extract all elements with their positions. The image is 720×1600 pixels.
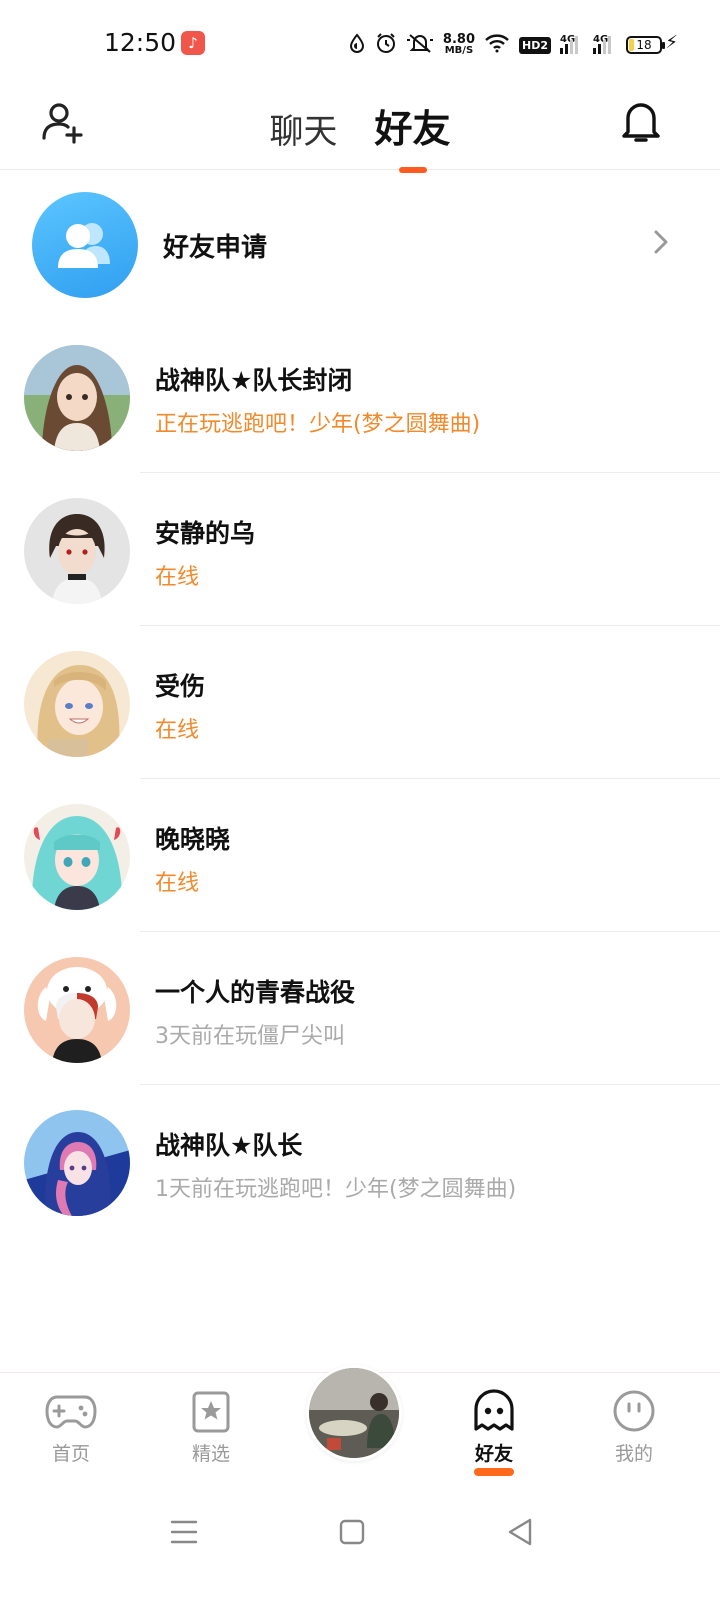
alarm-icon	[375, 32, 397, 58]
tab-chat[interactable]: 聊天	[269, 104, 337, 153]
gamepad-icon	[45, 1395, 97, 1429]
status-time: 12:50	[104, 28, 177, 57]
friend-status: 3天前在玩僵尸尖叫	[155, 1024, 345, 1049]
friend-status: 1天前在玩逃跑吧！少年(梦之圆舞曲)	[155, 1177, 517, 1202]
status-icons: 8.80 MB/S HD2 4G 4G 18 ⚡	[348, 30, 678, 60]
tab-friends-label: 好友	[374, 107, 451, 151]
signal-bars-icon	[593, 34, 617, 54]
top-header: 聊天 好友	[0, 84, 720, 173]
friend-name: 受伤	[155, 672, 206, 701]
friend-avatar	[24, 498, 130, 604]
tab-friends[interactable]: 好友	[374, 98, 451, 173]
mute-bell-icon	[406, 32, 434, 58]
signal-bars-icon	[560, 34, 584, 54]
notifications-button[interactable]	[618, 98, 664, 146]
friend-name: 一个人的青春战役	[155, 978, 356, 1007]
friend-item[interactable]: 晚晓晓 在线	[0, 779, 720, 932]
friend-status: 在线	[155, 718, 200, 743]
nav-me[interactable]: 我的	[589, 1389, 679, 1466]
center-user-avatar[interactable]	[306, 1365, 402, 1461]
water-drop-icon	[348, 33, 366, 57]
menu-icon[interactable]	[164, 1512, 204, 1552]
friend-request-avatar	[32, 192, 138, 298]
net-speed-value: 8.80	[442, 32, 475, 47]
ghost-icon	[474, 1389, 514, 1431]
wifi-icon	[484, 33, 510, 57]
friend-avatar	[24, 345, 130, 451]
friend-status: 正在玩逃跑吧！少年(梦之圆舞曲)	[155, 412, 481, 437]
friend-item[interactable]: 战神队★队长封闭 正在玩逃跑吧！少年(梦之圆舞曲)	[0, 320, 720, 473]
home-square-icon[interactable]	[332, 1512, 372, 1552]
friend-status: 在线	[155, 871, 200, 896]
sim2-signal: 4G	[593, 34, 617, 56]
friend-request-row[interactable]: 好友申请	[0, 170, 720, 320]
friend-item[interactable]: 战神队★队长 1天前在玩逃跑吧！少年(梦之圆舞曲)	[0, 1085, 720, 1238]
friend-status: 在线	[155, 565, 200, 590]
battery-level: 18	[636, 38, 652, 52]
nav-home-label: 首页	[51, 1443, 90, 1465]
hd-badge: HD2	[519, 36, 551, 54]
active-nav-indicator	[474, 1468, 514, 1476]
friend-avatar	[24, 804, 130, 910]
nav-featured[interactable]: 精选	[166, 1389, 256, 1466]
nav-home[interactable]: 首页	[26, 1389, 116, 1466]
net-speed-unit: MB/S	[444, 45, 474, 56]
group-people-icon	[58, 223, 110, 268]
nav-friends[interactable]: 好友	[449, 1389, 539, 1476]
battery-icon: 18 ⚡	[626, 34, 678, 54]
friend-name: 晚晓晓	[155, 825, 231, 854]
music-app-icon: ♪	[181, 31, 205, 55]
charging-bolt-icon: ⚡	[665, 32, 678, 53]
friend-name: 战神队★队长	[155, 1131, 303, 1160]
friend-item[interactable]: 安静的乌 在线	[0, 473, 720, 626]
friend-avatar	[24, 957, 130, 1063]
smiley-icon	[613, 1390, 655, 1432]
friend-avatar	[24, 651, 130, 757]
chevron-right-icon	[652, 228, 670, 264]
friend-item[interactable]: 一个人的青春战役 3天前在玩僵尸尖叫	[0, 932, 720, 1085]
friend-name: 安静的乌	[155, 519, 256, 548]
nav-friends-label: 好友	[474, 1443, 513, 1465]
back-triangle-icon[interactable]	[500, 1512, 540, 1552]
friend-list: 战神队★队长封闭 正在玩逃跑吧！少年(梦之圆舞曲) 安静的乌 在线 受伤 在线 …	[0, 320, 720, 1238]
status-bar: 12:50 ♪ 8.80 MB/S HD2 4G 4G 18 ⚡	[0, 0, 720, 84]
header-tabs: 聊天 好友	[0, 98, 720, 173]
system-nav-bar	[0, 1484, 720, 1600]
friend-item[interactable]: 受伤 在线	[0, 626, 720, 779]
friend-name: 战神队★队长封闭	[155, 366, 353, 395]
sim1-signal: 4G	[560, 34, 584, 56]
star-bookmark-icon	[192, 1391, 230, 1433]
nav-featured-label: 精选	[191, 1443, 230, 1465]
bell-icon	[622, 103, 660, 142]
net-speed: 8.80 MB/S	[442, 32, 475, 56]
friend-avatar	[24, 1110, 130, 1216]
nav-me-label: 我的	[614, 1443, 653, 1465]
friend-request-label: 好友申请	[163, 233, 268, 263]
